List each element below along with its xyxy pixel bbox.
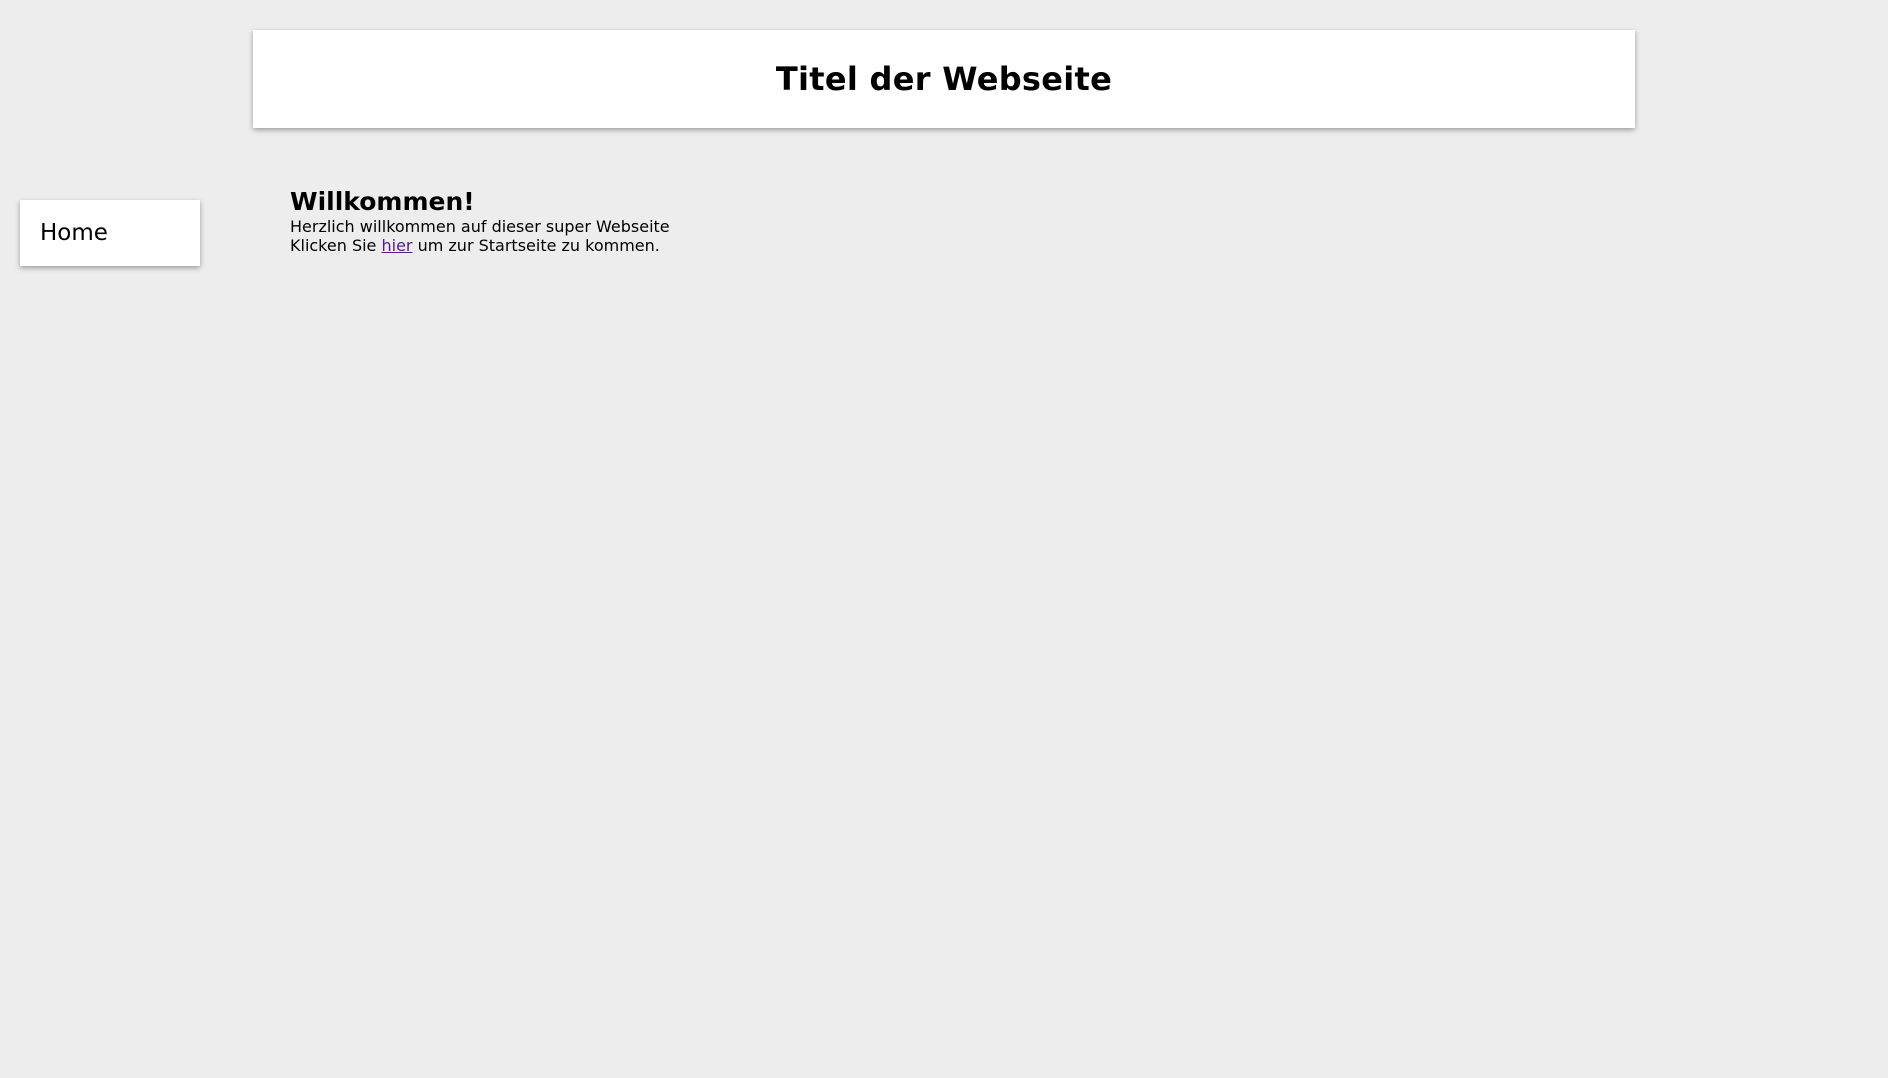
- link-prefix-text: Klicken Sie: [290, 236, 382, 255]
- page-title: Titel der Webseite: [775, 60, 1113, 98]
- link-suffix-text: um zur Startseite zu kommen.: [412, 236, 660, 255]
- home-link-sentence: Klicken Sie hier um zur Startseite zu ko…: [290, 236, 1490, 255]
- page-header: Titel der Webseite: [253, 30, 1635, 128]
- sidebar-nav: Home: [20, 200, 200, 266]
- main-content: Willkommen! Herzlich willkommen auf dies…: [290, 186, 1490, 255]
- welcome-text: Herzlich willkommen auf dieser super Web…: [290, 217, 670, 236]
- welcome-heading: Willkommen!: [290, 187, 475, 216]
- nav-item-home[interactable]: Home: [20, 220, 108, 246]
- home-link[interactable]: hier: [381, 236, 412, 255]
